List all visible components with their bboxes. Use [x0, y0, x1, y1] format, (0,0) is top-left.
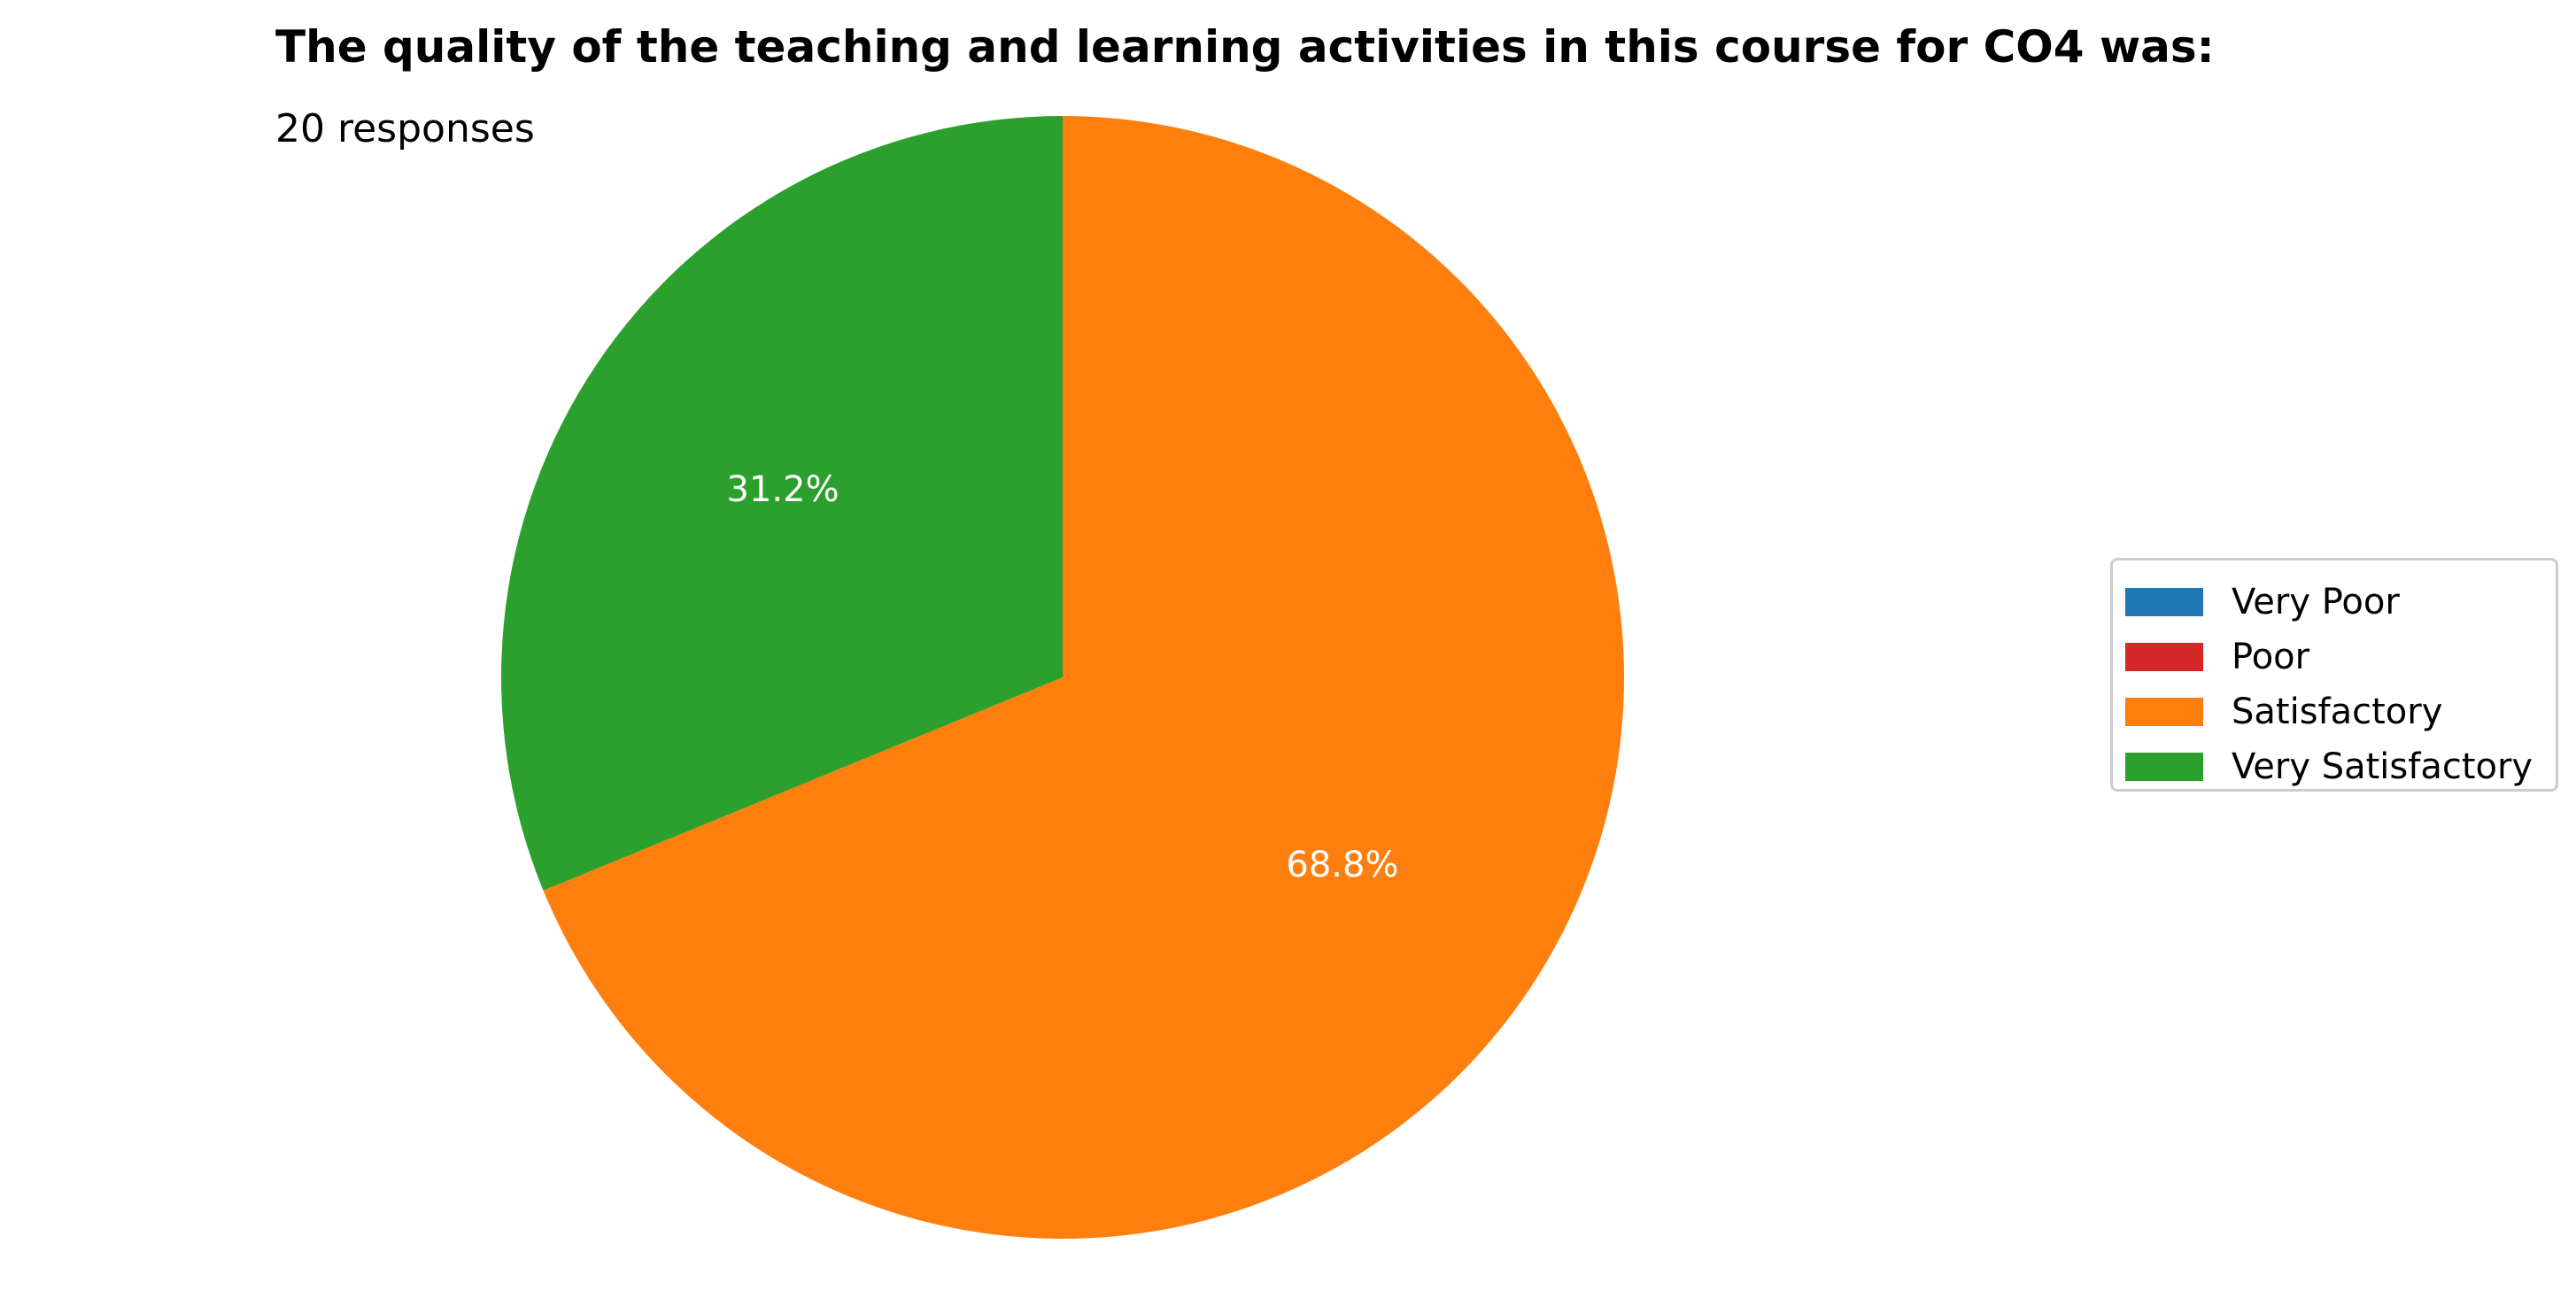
legend-item-satisfactory: Satisfactory — [2125, 684, 2556, 739]
legend-label-satisfactory: Satisfactory — [2232, 692, 2443, 732]
legend-label-poor: Poor — [2232, 637, 2310, 677]
legend-item-very-poor: Very Poor — [2125, 575, 2556, 630]
legend-item-poor: Poor — [2125, 630, 2556, 684]
pie-slices — [501, 116, 1625, 1239]
legend-item-very-satisfactory: Very Satisfactory — [2125, 739, 2556, 794]
legend-swatch-very-poor — [2125, 588, 2203, 616]
legend-swatch-very-satisfactory — [2125, 753, 2203, 781]
chart-legend: Very Poor Poor Satisfactory Very Satisfacto… — [2110, 558, 2558, 792]
legend-swatch-poor — [2125, 643, 2203, 671]
pie-slice-label-satisfactory: 68.8% — [1286, 845, 1398, 885]
legend-label-very-poor: Very Poor — [2232, 582, 2400, 622]
legend-label-very-satisfactory: Very Satisfactory — [2232, 746, 2533, 787]
legend-swatch-satisfactory — [2125, 698, 2203, 726]
pie-slice-label-very-satisfactory: 31.2% — [727, 469, 839, 510]
